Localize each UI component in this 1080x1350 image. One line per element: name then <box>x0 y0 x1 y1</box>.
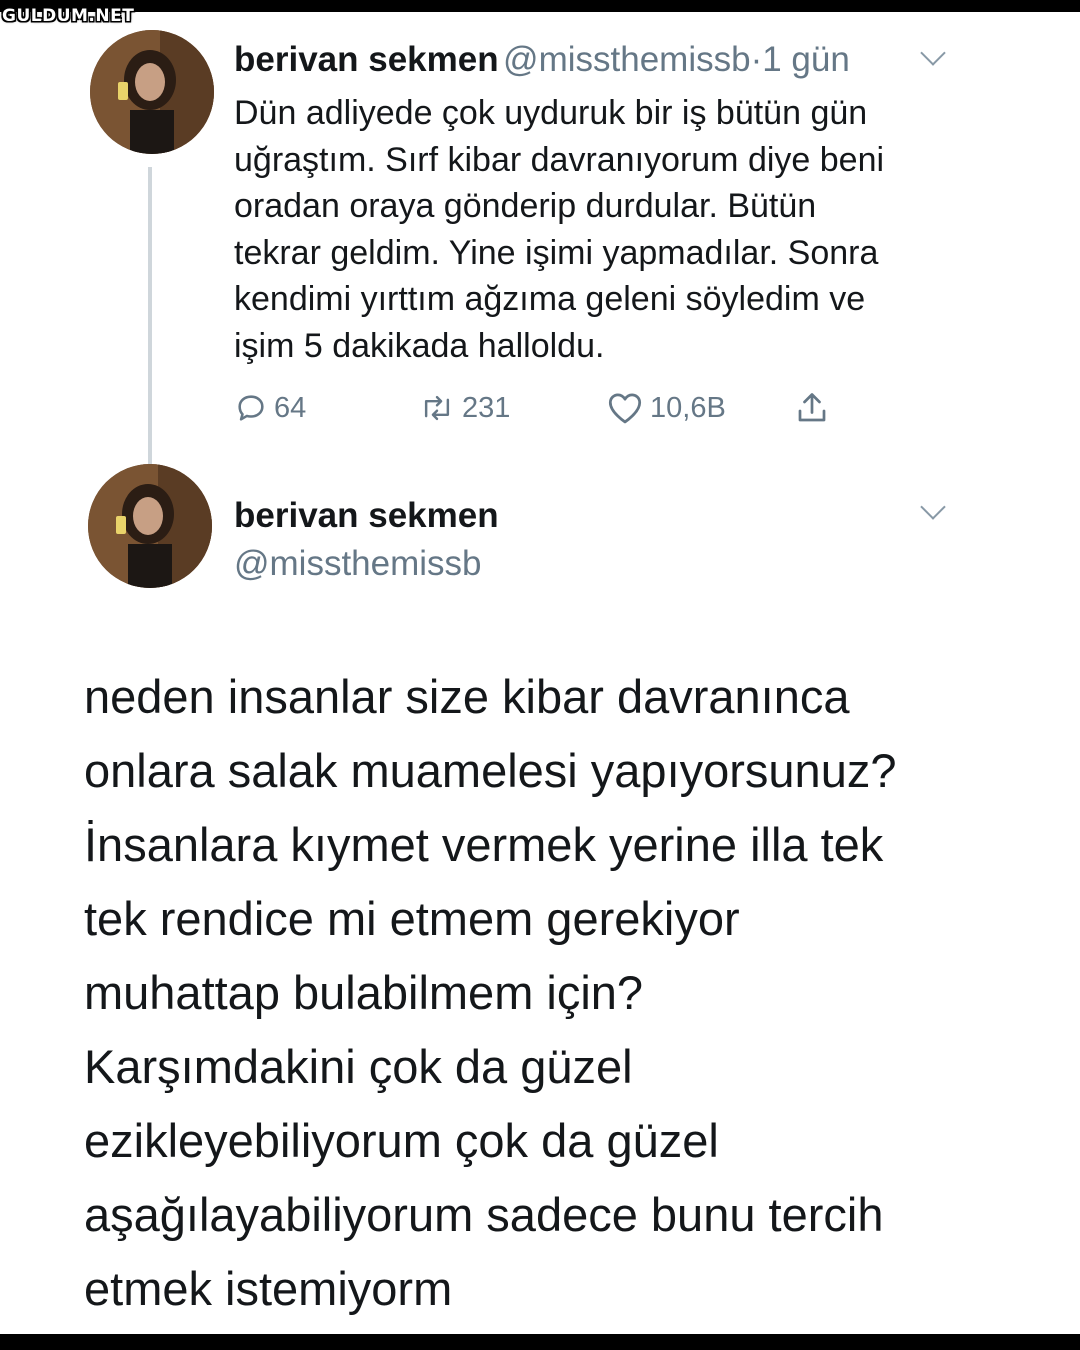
tweet-text: neden insanlar size kibar davranınca onl… <box>84 670 897 1315</box>
retweet-button[interactable]: 231 <box>418 386 510 430</box>
like-count: 10,6B <box>650 391 726 424</box>
avatar[interactable] <box>90 30 214 154</box>
retweet-icon <box>424 395 450 421</box>
like-button[interactable]: 10,6B <box>606 386 726 430</box>
screenshot-frame: berivan sekmen @missthemissb·1 gün Dün a… <box>0 12 1080 1334</box>
share-button[interactable] <box>794 386 836 430</box>
display-name[interactable]: berivan sekmen <box>234 496 499 536</box>
like-icon <box>608 393 642 424</box>
chevron-down-icon[interactable] <box>920 494 946 520</box>
watermark: GULDUM.NET <box>2 6 135 26</box>
separator: · <box>750 40 763 79</box>
tweet-text: Dün adliyede çok uyduruk bir iş bütün gü… <box>234 94 885 365</box>
share-icon <box>798 393 826 422</box>
username[interactable]: @missthemissb <box>234 544 482 584</box>
chevron-down-icon[interactable] <box>920 40 946 66</box>
reply-count: 64 <box>274 391 307 424</box>
username[interactable]: @missthemissb <box>503 40 751 79</box>
timestamp[interactable]: 1 gün <box>762 40 850 79</box>
tweet-header: berivan sekmen @missthemissb·1 gün <box>234 40 850 80</box>
display-name[interactable]: berivan sekmen <box>234 40 499 79</box>
reply-button[interactable]: 64 <box>234 386 306 430</box>
avatar[interactable] <box>88 464 212 588</box>
reply-icon <box>238 395 264 421</box>
retweet-count: 231 <box>462 391 511 424</box>
tweet-actions: 64 231 10,6B <box>0 386 1080 430</box>
